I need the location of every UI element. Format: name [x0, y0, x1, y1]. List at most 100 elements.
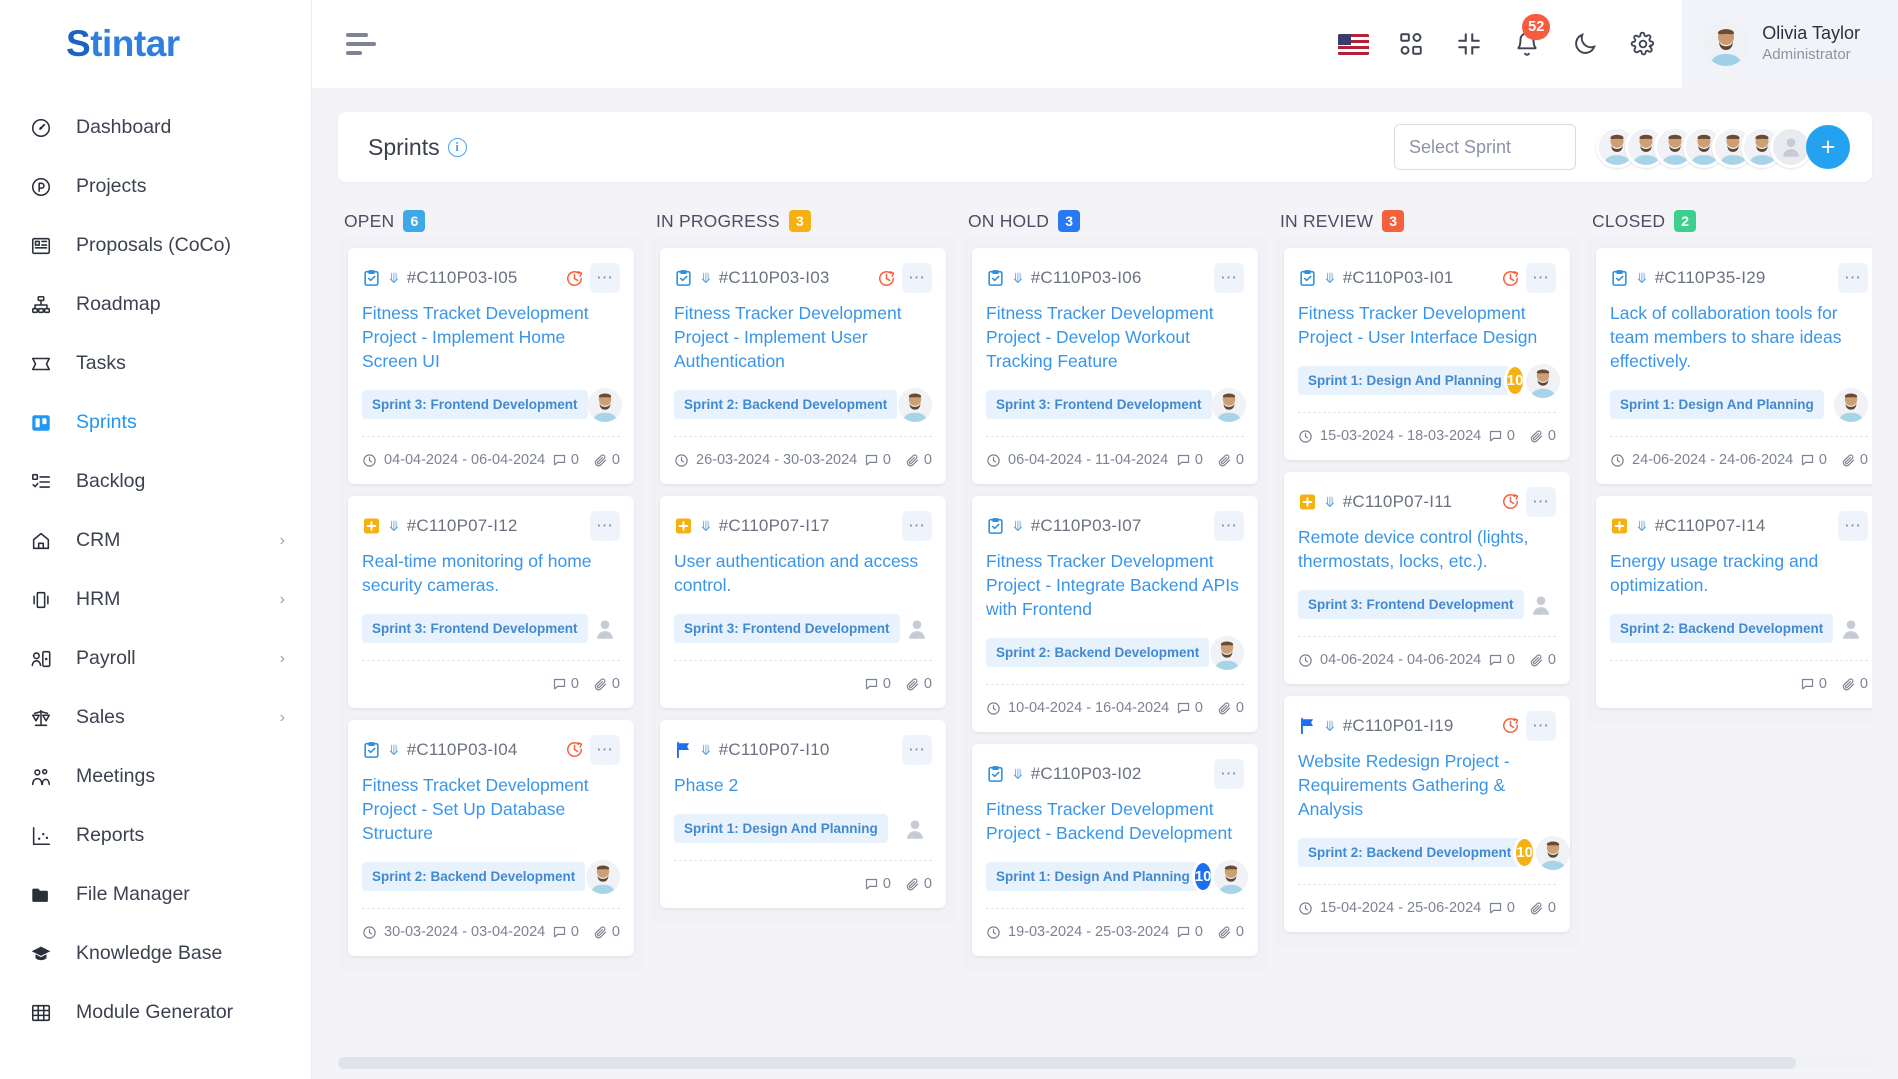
card-id[interactable]: #C110P03-I03 [719, 268, 830, 288]
notifications-button[interactable]: 52 [1498, 0, 1556, 88]
card-title[interactable]: Energy usage tracking and optimization. [1610, 550, 1868, 598]
kanban-card[interactable]: ⤋ #C110P07-I17 ⋯ User authentication and… [660, 495, 946, 708]
language-flag-button[interactable] [1324, 0, 1382, 88]
chevron-double-down-icon[interactable]: ⤋ [388, 743, 400, 757]
apps-grid-button[interactable] [1382, 0, 1440, 88]
kanban-card[interactable]: ⤋ #C110P03-I01 ⋯ Fitness Tracker Develop… [1284, 248, 1570, 460]
sidebar-item-payroll[interactable]: Payroll › [0, 629, 311, 688]
card-assignee-placeholder[interactable] [1524, 588, 1558, 622]
card-more-button[interactable]: ⋯ [1838, 510, 1868, 541]
card-id[interactable]: #C110P03-I05 [407, 268, 518, 288]
card-more-button[interactable]: ⋯ [902, 734, 932, 765]
kanban-card[interactable]: ⤋ #C110P03-I03 ⋯ Fitness Tracker Develop… [660, 248, 946, 484]
card-id[interactable]: #C110P03-I01 [1343, 268, 1454, 288]
sidebar-item-knowledge-base[interactable]: Knowledge Base [0, 924, 311, 983]
sidebar-item-dashboard[interactable]: Dashboard [0, 98, 311, 157]
kanban-card[interactable]: ⤋ #C110P03-I04 ⋯ Fitness Tracket Develop… [348, 719, 634, 956]
card-id[interactable]: #C110P03-I06 [1031, 268, 1142, 288]
chevron-double-down-icon[interactable]: ⤋ [700, 519, 712, 533]
sidebar-item-roadmap[interactable]: Roadmap [0, 275, 311, 334]
card-assignee-placeholder[interactable] [588, 612, 622, 646]
kanban-card[interactable]: ⤋ #C110P07-I10 ⋯ Phase 2 Sprint 1: Desig… [660, 719, 946, 908]
sidebar-item-hrm[interactable]: HRM › [0, 570, 311, 629]
chevron-double-down-icon[interactable]: ⤋ [1324, 719, 1336, 733]
chevron-double-down-icon[interactable]: ⤋ [1012, 271, 1024, 285]
sidebar-item-file-manager[interactable]: File Manager [0, 865, 311, 924]
card-id[interactable]: #C110P03-I04 [407, 740, 518, 760]
kanban-card[interactable]: ⤋ #C110P03-I02 ⋯ Fitness Tracker Develop… [972, 743, 1258, 956]
card-title[interactable]: Real-time monitoring of home security ca… [362, 550, 620, 598]
card-more-button[interactable]: ⋯ [1214, 510, 1244, 541]
sidebar-item-meetings[interactable]: Meetings [0, 747, 311, 806]
chevron-double-down-icon[interactable]: ⤋ [700, 271, 712, 285]
card-assignee-avatar[interactable] [586, 859, 620, 894]
chevron-double-down-icon[interactable]: ⤋ [1324, 271, 1336, 285]
card-title[interactable]: Fitness Tracker Development Project - In… [986, 550, 1244, 622]
card-assignee-avatar[interactable] [1834, 387, 1868, 422]
card-id[interactable]: #C110P07-I12 [407, 516, 518, 536]
card-more-button[interactable]: ⋯ [1526, 710, 1556, 741]
card-more-button[interactable]: ⋯ [1526, 263, 1556, 293]
sidebar-item-proposals-coco[interactable]: Proposals (CoCo) [0, 216, 311, 275]
info-icon[interactable]: i [447, 137, 467, 157]
card-more-button[interactable]: ⋯ [590, 510, 620, 541]
user-menu[interactable]: Olivia Taylor Administrator [1682, 0, 1898, 88]
card-id[interactable]: #C110P07-I10 [719, 740, 830, 760]
sidebar-item-projects[interactable]: Projects [0, 157, 311, 216]
card-more-button[interactable]: ⋯ [1214, 758, 1244, 789]
card-more-button[interactable]: ⋯ [1526, 486, 1556, 517]
sidebar-item-module-generator[interactable]: Module Generator [0, 983, 311, 1042]
chevron-double-down-icon[interactable]: ⤋ [1012, 767, 1024, 781]
chevron-double-down-icon[interactable]: ⤋ [388, 519, 400, 533]
card-title[interactable]: Phase 2 [674, 774, 932, 798]
card-assignee-placeholder[interactable] [898, 812, 932, 846]
card-more-button[interactable]: ⋯ [590, 734, 620, 765]
kanban-card[interactable]: ⤋ #C110P07-I12 ⋯ Real-time monitoring of… [348, 495, 634, 708]
card-id[interactable]: #C110P03-I07 [1031, 516, 1142, 536]
chevron-double-down-icon[interactable]: ⤋ [388, 271, 400, 285]
select-sprint-input[interactable]: Select Sprint [1394, 124, 1576, 170]
card-assignee-avatar[interactable] [1526, 363, 1561, 398]
card-id[interactable]: #C110P03-I02 [1031, 764, 1142, 784]
board-horizontal-scrollbar[interactable] [338, 1057, 1872, 1069]
sidebar-item-tasks[interactable]: Tasks [0, 334, 311, 393]
kanban-card[interactable]: ⤋ #C110P01-I19 ⋯ Website Redesign Projec… [1284, 695, 1570, 932]
card-more-button[interactable]: ⋯ [1838, 263, 1868, 293]
card-id[interactable]: #C110P07-I14 [1655, 516, 1766, 536]
card-assignee-avatar[interactable] [898, 387, 932, 422]
card-assignee-avatar[interactable] [1211, 387, 1246, 422]
card-assignee-avatar[interactable] [1210, 635, 1244, 670]
card-more-button[interactable]: ⋯ [590, 263, 620, 293]
kanban-card[interactable]: ⤋ #C110P35-I29 ⋯ Lack of collaboration t… [1596, 248, 1872, 484]
add-member-button[interactable]: + [1806, 125, 1850, 169]
sidebar-item-reports[interactable]: Reports [0, 806, 311, 865]
card-more-button[interactable]: ⋯ [1214, 263, 1244, 293]
sidebar-item-sales[interactable]: Sales › [0, 688, 311, 747]
card-title[interactable]: User authentication and access control. [674, 550, 932, 598]
member-avatar-stack[interactable] [1596, 126, 1812, 168]
card-id[interactable]: #C110P01-I19 [1343, 716, 1454, 736]
card-title[interactable]: Lack of collaboration tools for team mem… [1610, 302, 1868, 374]
fullscreen-toggle-button[interactable] [1440, 0, 1498, 88]
card-title[interactable]: Fitness Tracket Development Project - Se… [362, 774, 620, 846]
hamburger-icon[interactable] [346, 33, 380, 55]
brand-logo[interactable]: Stintar [0, 0, 311, 88]
card-id[interactable]: #C110P35-I29 [1655, 268, 1766, 288]
settings-button[interactable] [1614, 0, 1672, 88]
chevron-double-down-icon[interactable]: ⤋ [1636, 519, 1648, 533]
card-title[interactable]: Fitness Tracker Development Project - Ba… [986, 798, 1244, 846]
card-title[interactable]: Fitness Tracker Development Project - Us… [1298, 302, 1556, 350]
card-title[interactable]: Remote device control (lights, thermosta… [1298, 526, 1556, 574]
kanban-card[interactable]: ⤋ #C110P03-I07 ⋯ Fitness Tracker Develop… [972, 495, 1258, 732]
chevron-double-down-icon[interactable]: ⤋ [1324, 495, 1336, 509]
card-title[interactable]: Fitness Tracker Development Project - Im… [674, 302, 932, 374]
card-more-button[interactable]: ⋯ [902, 510, 932, 541]
scrollbar-thumb[interactable] [338, 1057, 1796, 1069]
card-more-button[interactable]: ⋯ [902, 263, 932, 293]
chevron-double-down-icon[interactable]: ⤋ [700, 743, 712, 757]
kanban-card[interactable]: ⤋ #C110P03-I06 ⋯ Fitness Tracker Develop… [972, 248, 1258, 484]
card-title[interactable]: Fitness Tracker Development Project - De… [986, 302, 1244, 374]
dark-mode-button[interactable] [1556, 0, 1614, 88]
card-assignee-placeholder[interactable] [1834, 612, 1868, 646]
chevron-double-down-icon[interactable]: ⤋ [1636, 271, 1648, 285]
